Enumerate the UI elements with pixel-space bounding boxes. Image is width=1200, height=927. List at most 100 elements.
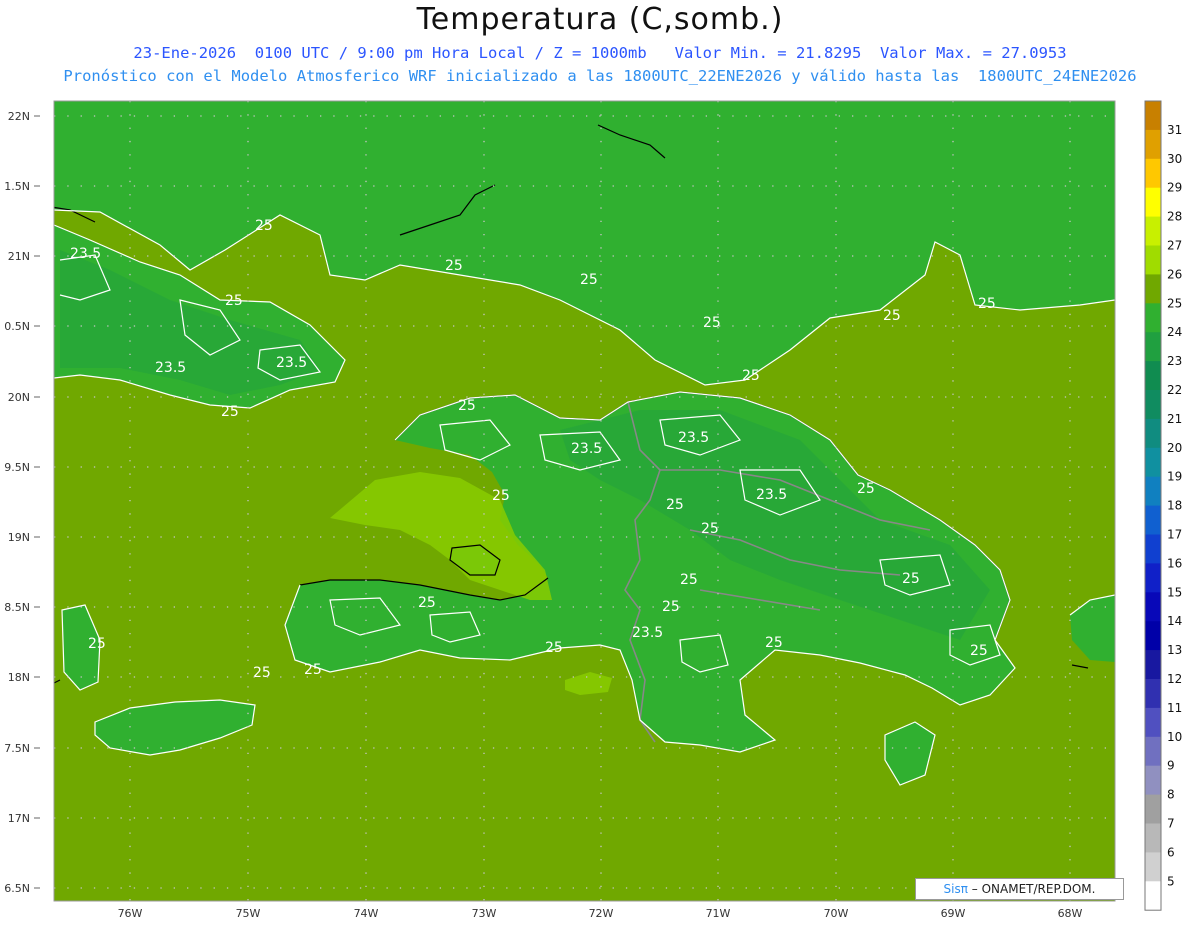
lon-label: 70W [824,907,849,920]
contour-label: 25 [857,481,875,497]
legend-label: 12 [1167,672,1182,686]
contour-label: 23.5 [632,625,663,641]
lat-label: 19N [8,531,30,544]
legend-swatch [1145,650,1161,680]
contour-label: 23.5 [571,441,602,457]
legend-swatch [1145,679,1161,709]
contour-label: 25 [701,521,719,537]
legend-label: 26 [1167,267,1182,281]
legend-swatch [1145,216,1161,246]
contour-label: 25 [742,368,760,384]
legend-swatch [1145,563,1161,593]
legend-swatch [1145,158,1161,189]
contour-label: 23.5 [756,487,787,503]
sis-logo-text: Sisπ [943,882,968,896]
lon-label: 68W [1058,907,1083,920]
legend-label: 17 [1167,528,1182,542]
legend-swatch [1145,245,1161,275]
legend-swatch [1145,361,1161,391]
legend-swatch [1145,736,1161,767]
legend-label: 25 [1167,296,1182,310]
legend-swatch [1145,621,1161,651]
legend-label: 16 [1167,556,1182,570]
contour-label: 23.5 [70,246,101,262]
contour-label: 25 [545,640,563,656]
contour-label: 25 [458,398,476,414]
lat-label: 21N [8,250,30,263]
lon-label: 75W [236,907,261,920]
contour-label: 25 [88,636,106,652]
legend-label: 13 [1167,643,1182,657]
lon-label: 71W [706,907,731,920]
lon-label: 69W [941,907,966,920]
legend-label: 24 [1167,325,1182,339]
contour-label: 25 [970,643,988,659]
lon-label: 72W [589,907,614,920]
contour-label: 25 [418,595,436,611]
lat-label: 8.5N [4,601,30,614]
lat-label: 20N [8,391,30,404]
legend-label: 11 [1167,701,1182,715]
contour-label: 25 [666,497,684,513]
longitude-axis: 76W 75W 74W 73W 72W 71W 70W 69W 68W [118,907,1083,920]
contour-label: 25 [253,665,271,681]
legend-label: 31 [1167,123,1182,137]
lon-label: 73W [472,907,497,920]
contour-label: 25 [662,599,680,615]
contour-label: 23.5 [678,430,709,446]
legend-label: 15 [1167,585,1182,599]
legend-label: 6 [1167,845,1175,859]
legend-label: 21 [1167,412,1182,426]
contour-label: 25 [304,662,322,678]
legend-label: 30 [1167,152,1182,166]
lat-label: 6.5N [4,882,30,895]
legend-swatch [1145,707,1161,738]
legend-label: 9 [1167,759,1175,773]
legend-label: 23 [1167,354,1182,368]
legend-swatch [1145,534,1161,564]
legend-label: 20 [1167,441,1182,455]
legend-swatch [1145,274,1161,304]
contour-label: 25 [225,293,243,309]
lat-label: 1.5N [4,180,30,193]
legend-label: 7 [1167,817,1175,831]
legend-swatch [1145,332,1161,362]
legend-swatch [1145,476,1161,507]
legend-label: 29 [1167,181,1182,195]
lat-label: 7.5N [4,742,30,755]
lat-label: 9.5N [4,461,30,474]
map-field: 25 23.5 25 25 23.5 25 25 25 25 25 23.5 2… [54,101,1115,901]
legend-swatch [1145,881,1161,911]
contour-label: 23.5 [276,355,307,371]
legend-swatch [1145,129,1161,160]
legend-swatch [1145,390,1161,420]
legend-label: 28 [1167,210,1182,224]
legend-swatch [1145,505,1161,535]
lat-label: 0.5N [4,320,30,333]
legend-swatch [1145,794,1161,824]
contour-label: 25 [680,572,698,588]
legend-label: 18 [1167,499,1182,513]
legend-swatch [1145,852,1161,882]
credit-text: – ONAMET/REP.DOM. [971,882,1096,896]
legend-label: 14 [1167,614,1182,628]
legend-label: 22 [1167,383,1182,397]
legend-swatch [1145,187,1161,218]
legend-label: 5 [1167,874,1175,888]
forecast-map: 25 23.5 25 25 23.5 25 25 25 25 25 23.5 2… [4,100,1182,920]
contour-label: 25 [765,635,783,651]
contour-label: 25 [978,296,996,312]
lon-label: 74W [354,907,379,920]
lon-label: 76W [118,907,143,920]
contour-label: 25 [445,258,463,274]
legend-label: 19 [1167,470,1182,484]
contour-label: 25 [492,488,510,504]
legend-label: 8 [1167,788,1175,802]
contour-label: 25 [221,404,239,420]
legend-label: 10 [1167,730,1182,744]
contour-label: 25 [902,571,920,587]
legend-swatch [1145,447,1161,478]
credit-box: Sisπ – ONAMET/REP.DOM. [915,878,1124,900]
lat-label: 18N [8,671,30,684]
latitude-axis: 22N 1.5N 21N 0.5N 20N 9.5N 19N 8.5N 18N … [4,110,40,895]
